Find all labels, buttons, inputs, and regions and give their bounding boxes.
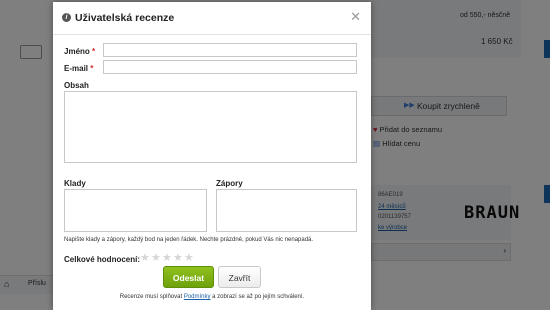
rating-star-5[interactable]: ★	[184, 251, 194, 264]
close-button[interactable]: Zavřít	[218, 266, 261, 288]
email-label-text: E-mail	[64, 64, 89, 73]
required-mark: *	[90, 64, 94, 73]
rating-star-1[interactable]: ★	[140, 251, 150, 264]
rating-star-2[interactable]: ★	[151, 251, 161, 264]
review-dialog: i Uživatelská recenze ✕ Jméno * E-mail *…	[53, 2, 371, 310]
dialog-header: i Uživatelská recenze ✕	[53, 2, 371, 35]
rating-star-3[interactable]: ★	[162, 251, 172, 264]
dialog-title: Uživatelská recenze	[75, 12, 175, 24]
content-label: Obsah	[64, 81, 89, 90]
footer-note: Recenze musí splňovat Podmínky a zobrazí…	[53, 294, 371, 300]
name-field[interactable]	[103, 43, 357, 57]
content-textarea[interactable]	[64, 91, 357, 163]
cons-label: Zápory	[216, 179, 243, 188]
email-field[interactable]	[103, 60, 357, 74]
name-label: Jméno *	[64, 47, 95, 56]
cons-textarea[interactable]	[216, 189, 357, 232]
send-button[interactable]: Odeslat	[163, 266, 214, 288]
required-mark: *	[92, 47, 96, 56]
close-icon[interactable]: ✕	[350, 9, 361, 25]
email-label: E-mail *	[64, 64, 93, 73]
pros-cons-hint: Napište klady a zápory, každý bod na jed…	[64, 237, 314, 243]
info-icon: i	[62, 13, 71, 22]
footer-text-after: a zobrazí se až po jejím schválení.	[212, 294, 305, 300]
name-label-text: Jméno	[64, 47, 90, 56]
footer-text-before: Recenze musí splňovat	[119, 294, 183, 300]
pros-label: Klady	[64, 179, 86, 188]
rating-label: Celkové hodnocení:	[64, 255, 141, 264]
pros-textarea[interactable]	[64, 189, 207, 232]
terms-link[interactable]: Podmínky	[184, 294, 211, 300]
rating-star-4[interactable]: ★	[173, 251, 183, 264]
